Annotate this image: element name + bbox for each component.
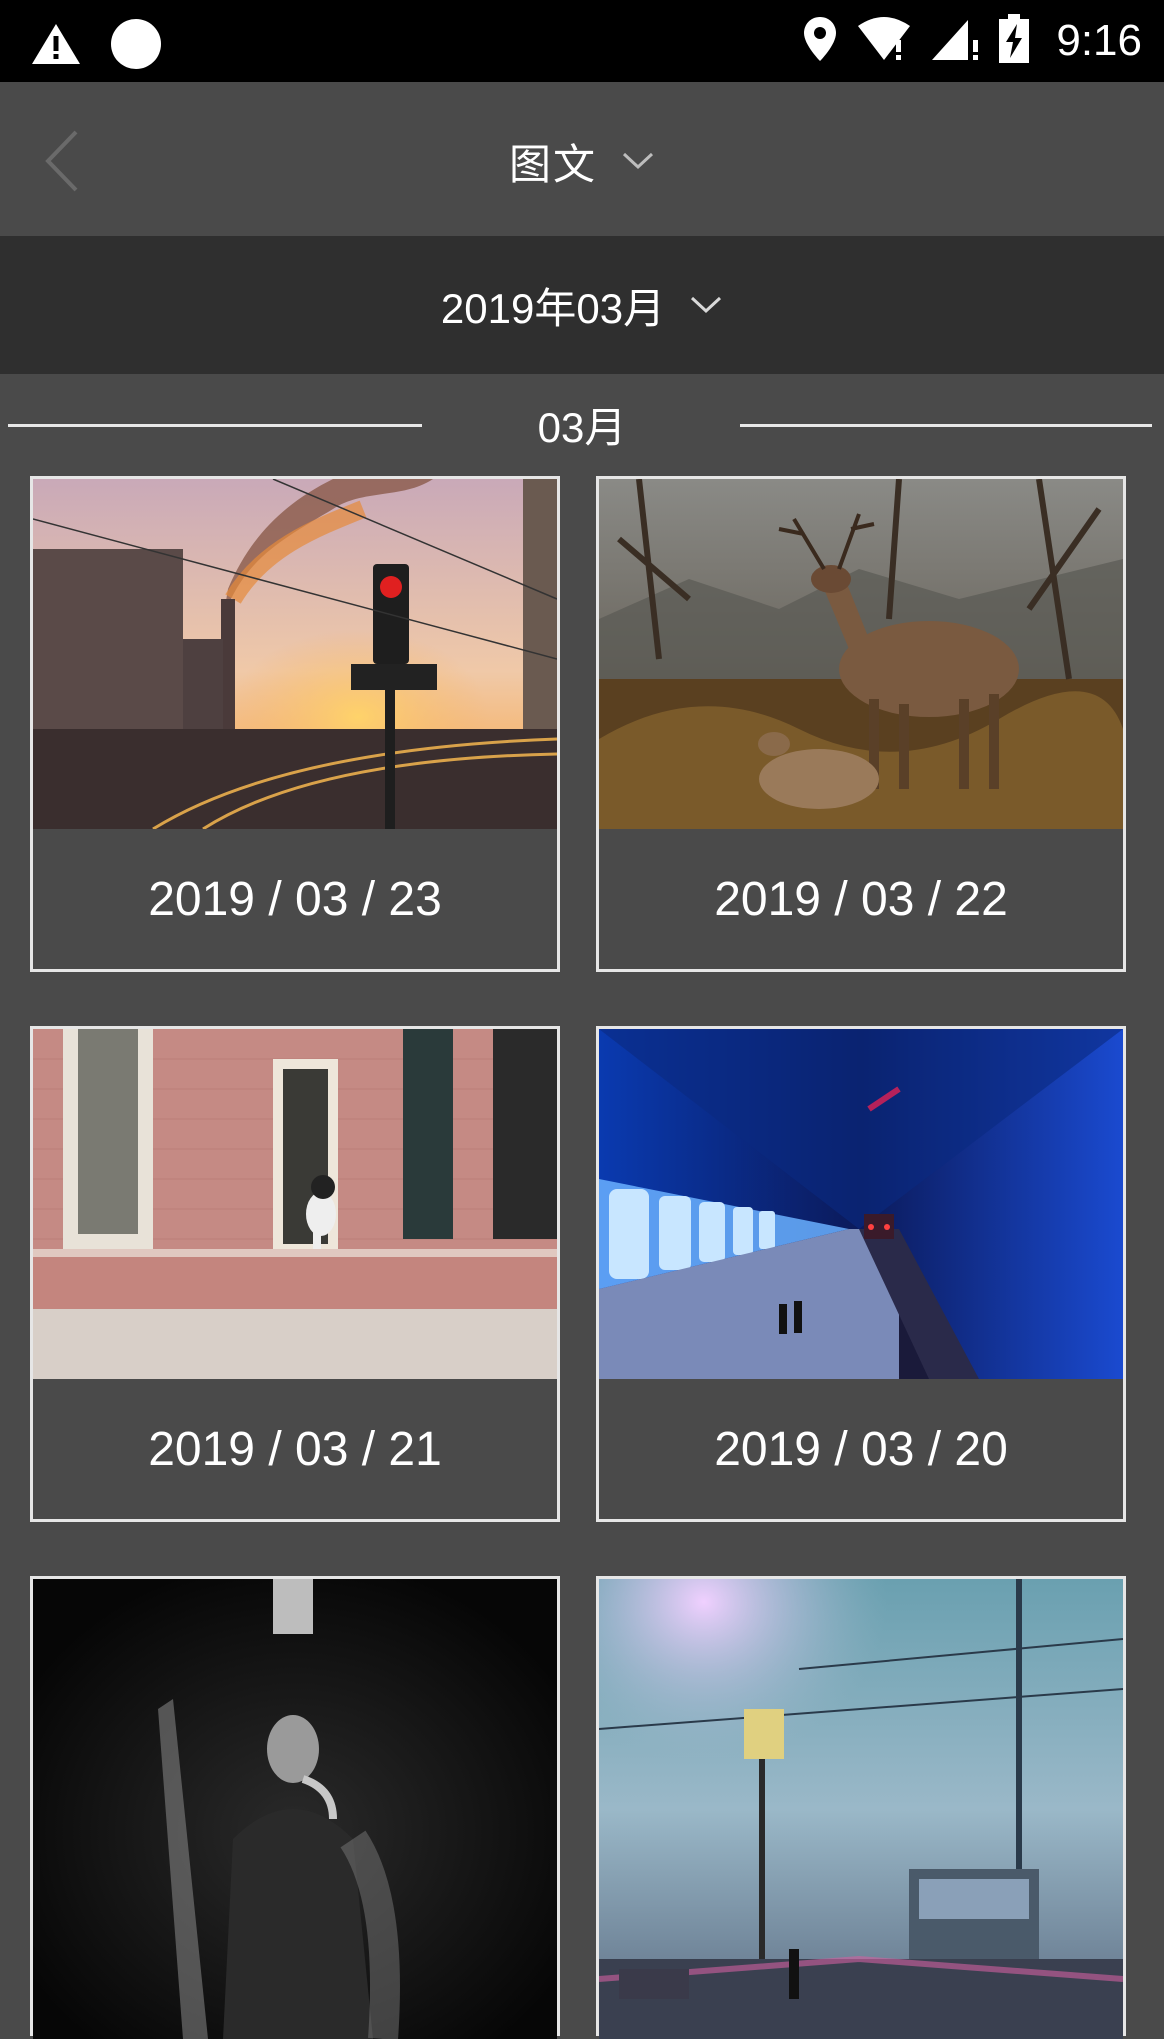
photo-deer bbox=[599, 479, 1123, 829]
photo-card[interactable] bbox=[596, 1576, 1126, 2039]
title-dropdown[interactable]: 图文 bbox=[0, 126, 1164, 196]
card-date: 2019 / 03 / 20 bbox=[714, 1422, 1008, 1476]
photo-card[interactable]: 2019 / 03 / 20 bbox=[596, 1026, 1126, 1522]
wifi-icon bbox=[856, 16, 912, 66]
battery-charging-icon bbox=[998, 14, 1030, 68]
photo-foggy-tram bbox=[599, 1579, 1123, 2039]
section-divider: 03月 bbox=[0, 374, 1164, 474]
photo-dog-window bbox=[33, 1029, 557, 1379]
month-selector-label: 2019年03月 bbox=[440, 284, 666, 332]
card-date: 2019 / 03 / 23 bbox=[148, 872, 442, 926]
month-selector[interactable]: 2019年03月 bbox=[0, 236, 1164, 374]
photo-man-smoking bbox=[33, 1579, 557, 2039]
card-date: 2019 / 03 / 22 bbox=[714, 872, 1008, 926]
card-date: 2019 / 03 / 21 bbox=[148, 1422, 442, 1476]
photo-card[interactable]: 2019 / 03 / 21 bbox=[30, 1026, 560, 1522]
status-time: 9:16 bbox=[1056, 16, 1142, 65]
photo-card[interactable] bbox=[30, 1576, 560, 2039]
chevron-down-icon bbox=[622, 152, 654, 170]
status-bar: 9:16 bbox=[0, 0, 1164, 82]
photo-card[interactable]: 2019 / 03 / 23 bbox=[30, 476, 560, 972]
chevron-down-icon bbox=[691, 296, 722, 314]
photo-blue-subway bbox=[599, 1029, 1123, 1379]
location-icon bbox=[802, 15, 838, 67]
page-title: 图文 bbox=[508, 139, 597, 189]
divider-line-right bbox=[740, 424, 1152, 427]
photo-card[interactable]: 2019 / 03 / 22 bbox=[596, 476, 1126, 972]
app-header: 图文 bbox=[0, 82, 1164, 236]
photo-city-sunset bbox=[33, 479, 557, 829]
signal-icon bbox=[930, 16, 980, 66]
warning-icon bbox=[30, 22, 82, 70]
circle-icon bbox=[110, 18, 162, 74]
